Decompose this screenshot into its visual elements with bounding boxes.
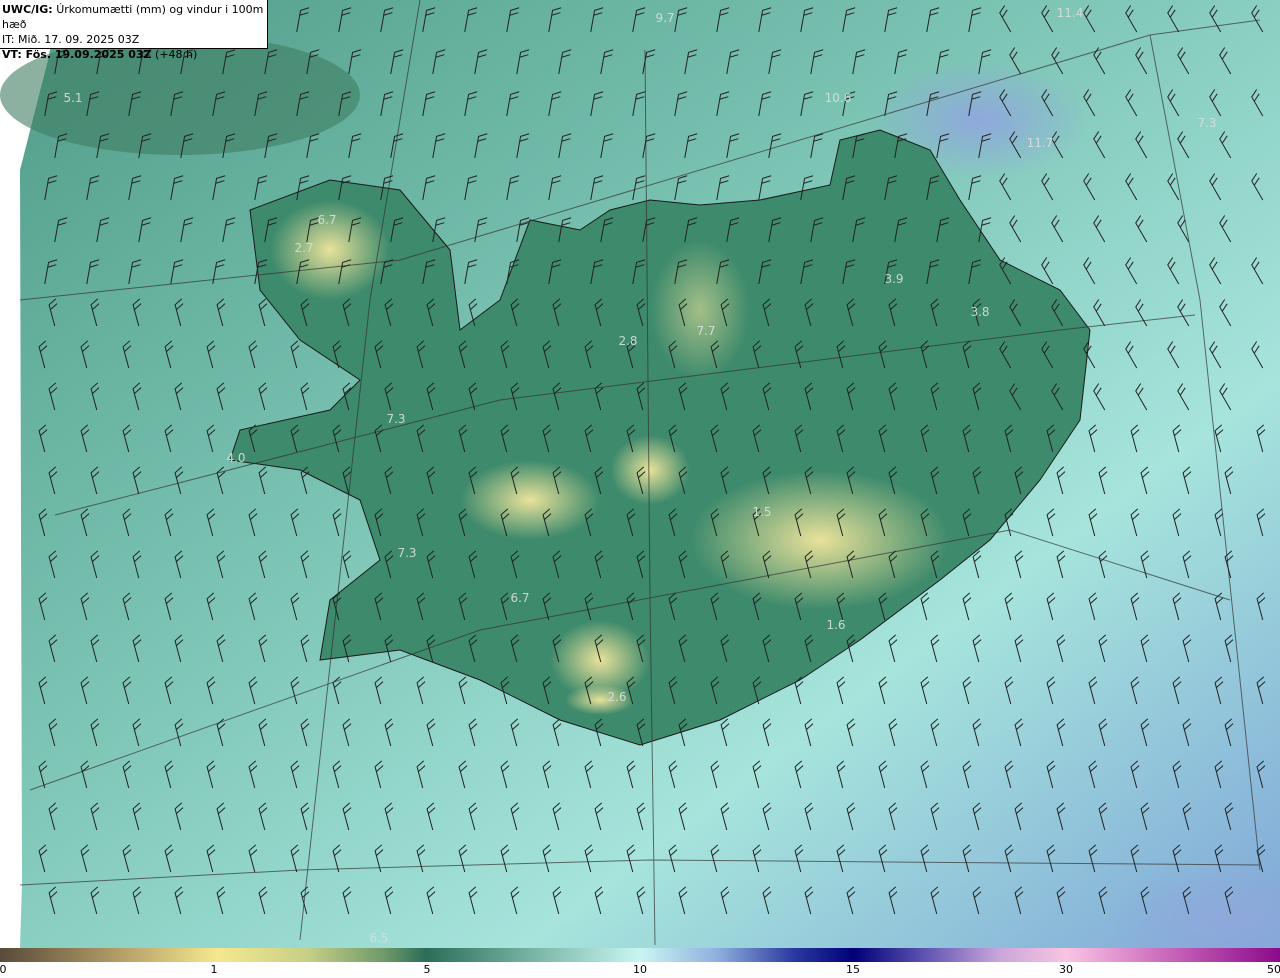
- valid-time: VT: Fös. 19.09.2025 03Z: [2, 48, 152, 61]
- precip-value-label: 3.8: [970, 305, 990, 319]
- precip-value-label: 6.5: [369, 931, 389, 945]
- precip-value-label: 11.7: [1026, 136, 1054, 150]
- precip-value-label: 1.6: [826, 618, 846, 632]
- colorbar-tick: 0: [0, 963, 7, 976]
- precip-value-label: 10.6: [824, 91, 852, 105]
- precip-value-label: 11.4: [1056, 6, 1084, 20]
- colorbar-tick: 5: [423, 963, 431, 976]
- issue-time: IT: Mið. 17. 09. 2025 03Z: [2, 33, 140, 46]
- colorbar-tick: 1: [210, 963, 218, 976]
- precip-value-label: 9.7: [655, 11, 675, 25]
- colorbar: [0, 948, 1280, 962]
- precipitation-wind-map: [0, 0, 1280, 948]
- precip-value-label: 2.6: [607, 690, 627, 704]
- precip-value-label: 7.3: [397, 546, 417, 560]
- precip-value-label: 3.9: [884, 272, 904, 286]
- map-title-box: UWC/IG: Úrkomumætti (mm) og vindur i 100…: [0, 0, 268, 61]
- precip-value-label: 2.8: [618, 334, 638, 348]
- forecast-lead: (+48 h): [155, 48, 198, 61]
- colorbar-tick: 50: [1267, 963, 1280, 976]
- precip-value-label: 1.5: [752, 505, 772, 519]
- precip-value-label: 7.3: [1197, 116, 1217, 130]
- precip-value-label: 7.3: [386, 412, 406, 426]
- colorbar-tick: 15: [846, 963, 860, 976]
- colorbar-tick: 10: [633, 963, 647, 976]
- precip-value-label: 4.0: [226, 451, 246, 465]
- colorbar-tick: 30: [1059, 963, 1073, 976]
- precip-value-label: 5.1: [63, 91, 83, 105]
- precip-value-label: 6.7: [317, 213, 337, 227]
- precip-value-label: 6.7: [510, 591, 530, 605]
- precip-value-label: 2.7: [294, 241, 314, 255]
- precip-value-label: 7.7: [696, 324, 716, 338]
- product-code: UWC/IG:: [2, 3, 53, 16]
